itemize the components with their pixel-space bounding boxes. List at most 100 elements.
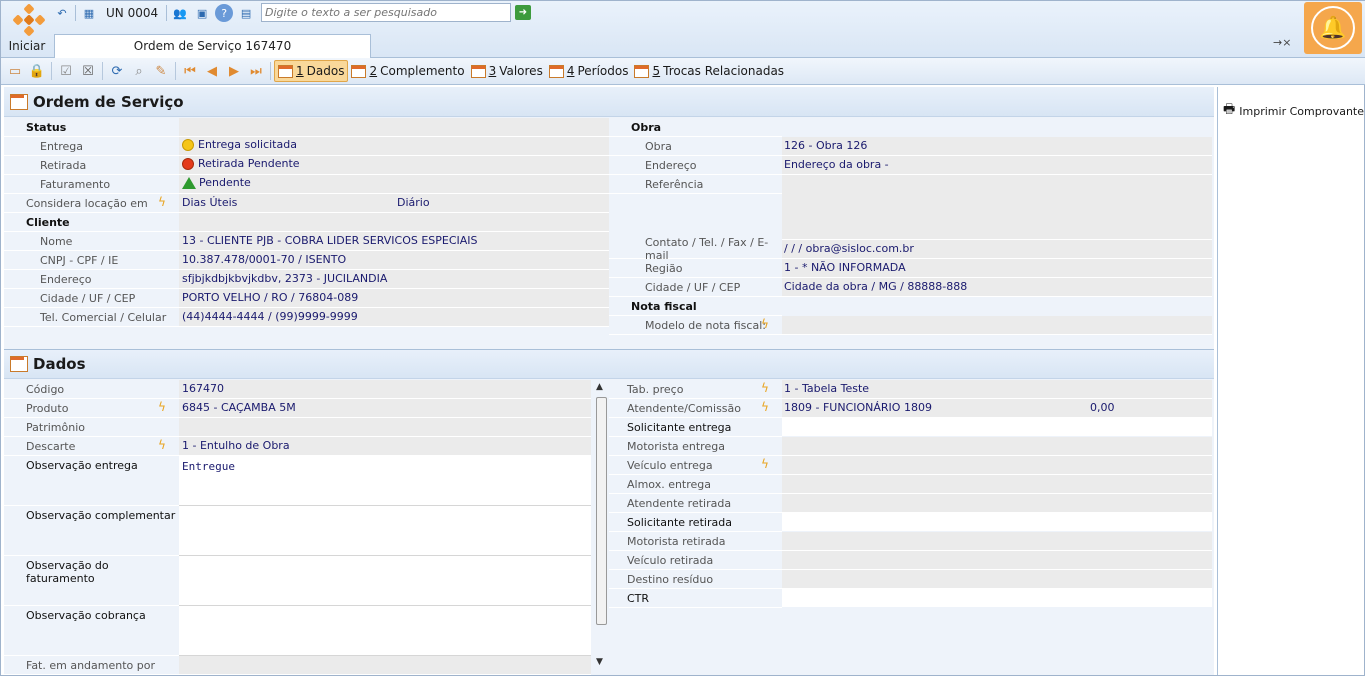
considera-value2[interactable]: Diário <box>397 196 430 209</box>
obs-fat-field[interactable] <box>179 556 591 606</box>
entrega-row: Entrega <box>4 137 179 156</box>
cancel-icon[interactable]: ☒ <box>77 60 99 82</box>
cell-bg <box>782 532 1212 551</box>
destino-label: Destino resíduo <box>627 572 714 586</box>
tel-value: (44)4444-4444 / (99)9999-9999 <box>182 310 358 323</box>
refresh-icon[interactable]: ⟳ <box>106 60 128 82</box>
notification-button[interactable]: 🔔 <box>1304 2 1362 54</box>
descarte-value[interactable]: 1 - Entulho de Obra <box>182 439 290 452</box>
scroll-thumb[interactable] <box>596 397 607 625</box>
lightning-icon[interactable]: ϟ <box>158 195 166 209</box>
tab-complemento[interactable]: 2 Complemento <box>348 60 467 82</box>
section-header-ordem: Ordem de Serviço <box>4 87 1214 117</box>
atendente-comissao[interactable]: 0,00 <box>1090 401 1115 414</box>
grid-icon[interactable]: ▦ <box>80 4 98 22</box>
produto-value[interactable]: 6845 - CAÇAMBA 5M <box>182 401 296 414</box>
nota-header: Nota fiscal <box>609 297 782 316</box>
endereco-label: Endereço <box>40 272 92 286</box>
obs-compl-row: Observação complementar <box>4 506 179 556</box>
calendar-icon <box>548 64 564 78</box>
tab-periodos[interactable]: 4 Períodos <box>546 60 632 82</box>
new-record-icon[interactable]: ▭ <box>4 60 26 82</box>
green-triangle-icon <box>182 177 196 189</box>
retirada-row: Retirada <box>4 156 179 175</box>
entrega-value: Entrega solicitada <box>198 138 297 151</box>
scroll-up-icon[interactable]: ▲ <box>596 382 603 392</box>
modelo-row: Modelo de nota fiscal: <box>609 316 782 335</box>
faturamento-row: Faturamento <box>4 175 179 194</box>
users-icon[interactable]: 👥 <box>171 4 189 22</box>
bell-icon: 🔔 <box>1311 6 1355 50</box>
obra-value: 126 - Obra 126 <box>784 139 868 152</box>
retirada-status: Retirada Pendente <box>182 157 300 170</box>
tab-valores[interactable]: 3 Valores <box>468 60 546 82</box>
descarte-label: Descarte <box>26 439 76 453</box>
unit-label[interactable]: UN 0004 <box>102 6 162 20</box>
lightning-icon[interactable]: ϟ <box>158 400 166 414</box>
messages-icon[interactable]: ▣ <box>193 4 211 22</box>
tab-label: Complemento <box>380 64 465 78</box>
patrimonio-row: Patrimônio <box>4 418 179 437</box>
first-record-icon[interactable]: ⏮ <box>179 60 201 82</box>
tab-close-icon[interactable]: →× <box>1273 36 1291 49</box>
lock-icon[interactable]: 🔒 <box>26 60 48 82</box>
top-bar: Iniciar ↶ ▦ UN 0004 👥 ▣ ? ▤ ➜ Ordem de S… <box>1 1 1365 58</box>
cidade-row: Cidade / UF / CEP <box>4 289 179 308</box>
search-record-icon[interactable]: ⌕ <box>128 60 150 82</box>
obs-compl-field[interactable] <box>179 506 591 556</box>
tab-number: 2 <box>369 64 378 78</box>
tab-label: Dados <box>306 64 345 78</box>
solic-entrega-field[interactable] <box>782 418 1212 436</box>
section-header-dados: Dados <box>4 349 1214 379</box>
tel-label: Tel. Comercial / Celular <box>40 310 167 324</box>
calendar-icon <box>351 64 367 78</box>
search-input[interactable] <box>261 3 511 22</box>
motorista-entrega-label: Motorista entrega <box>627 439 725 453</box>
lightning-icon[interactable]: ϟ <box>761 381 769 395</box>
search-go-icon[interactable]: ➜ <box>515 5 531 20</box>
ctr-field[interactable] <box>782 589 1212 607</box>
motorista-ret-row: Motorista retirada <box>609 532 782 551</box>
tab-ordem-servico[interactable]: Ordem de Serviço 167470 <box>54 34 371 58</box>
print-receipt-button[interactable]: 🖶 Imprimir Comprovante de <box>1223 100 1365 122</box>
solic-ret-field[interactable] <box>782 513 1212 531</box>
lightning-icon[interactable]: ϟ <box>158 438 166 452</box>
help-icon[interactable]: ? <box>215 4 234 22</box>
last-record-icon[interactable]: ⏭ <box>245 60 267 82</box>
obs-cobr-field[interactable] <box>179 606 591 656</box>
scrollbar[interactable]: ▲ ▼ <box>594 382 608 670</box>
prev-record-icon[interactable]: ◀ <box>201 60 223 82</box>
lightning-icon[interactable]: ϟ <box>761 457 769 471</box>
undo-icon[interactable]: ↶ <box>53 4 71 22</box>
considera-value[interactable]: Dias Úteis <box>182 196 237 209</box>
cell-bg <box>782 175 1212 240</box>
lightning-icon[interactable]: ϟ <box>761 317 769 331</box>
tab-trocas[interactable]: 5 Trocas Relacionadas <box>631 60 787 82</box>
tab-dados[interactable]: 1 Dados <box>274 60 349 82</box>
regiao-row: Região <box>609 259 782 278</box>
tab-number: 4 <box>566 64 575 78</box>
yellow-dot-icon <box>182 139 194 151</box>
start-label: Iniciar <box>8 39 46 53</box>
calendar-icon[interactable]: ▤ <box>237 4 255 22</box>
veiculo-ret-label: Veículo retirada <box>627 553 714 567</box>
tab-preco-value[interactable]: 1 - Tabela Teste <box>784 382 869 395</box>
calendar-icon <box>634 64 650 78</box>
separator <box>270 62 271 80</box>
obs-fat-label: Observação do faturamento <box>26 559 109 585</box>
edit-icon[interactable]: ✎ <box>150 60 172 82</box>
considera-label: Considera locação em <box>26 196 148 210</box>
considera-row: Considera locação em <box>4 194 179 213</box>
obs-fat-row: Observação do faturamento <box>4 556 179 606</box>
obs-entrega-field[interactable]: Entregue <box>179 456 591 506</box>
tab-preco-row: Tab. preço <box>609 380 782 399</box>
tab-number: 5 <box>652 64 661 78</box>
scroll-down-icon[interactable]: ▼ <box>596 657 603 667</box>
confirm-icon[interactable]: ☑ <box>55 60 77 82</box>
cell-bg <box>782 437 1212 456</box>
atendente-value[interactable]: 1809 - FUNCIONÁRIO 1809 <box>784 401 932 414</box>
start-button[interactable]: Iniciar <box>5 3 49 57</box>
next-record-icon[interactable]: ▶ <box>223 60 245 82</box>
lightning-icon[interactable]: ϟ <box>761 400 769 414</box>
section-title: Ordem de Serviço <box>33 92 184 111</box>
